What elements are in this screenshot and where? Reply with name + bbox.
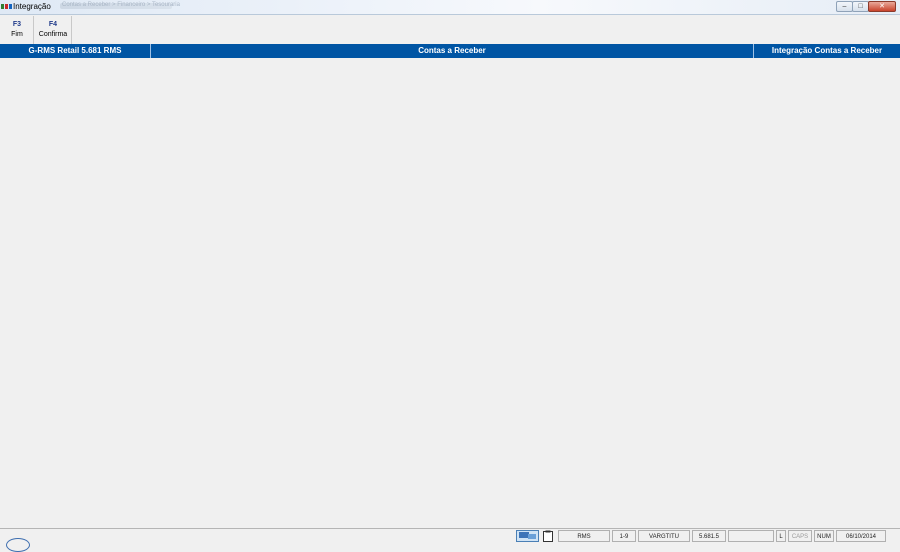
- status-l: L: [776, 530, 786, 542]
- fim-button[interactable]: F3 Fim: [6, 17, 28, 43]
- module-title: Contas a Receber: [418, 46, 486, 55]
- screen-title: Integração Contas a Receber: [771, 46, 883, 55]
- fim-label: Fim: [11, 31, 23, 38]
- status-num: NUM: [814, 530, 834, 542]
- confirma-key: F4: [48, 21, 58, 28]
- status-caps: CAPS: [788, 530, 812, 542]
- minimize-button[interactable]: –: [836, 1, 853, 12]
- status-date: 06/10/2014: [836, 530, 886, 542]
- maximize-button[interactable]: □: [852, 1, 869, 12]
- window-title: Integração: [13, 2, 51, 11]
- window-subtitle: Contas a Receber > Financeiro > Tesourar…: [62, 2, 180, 8]
- window-title-bar: Integração Contas a Receber > Financeiro…: [0, 0, 900, 15]
- clipboard-icon: [543, 530, 553, 542]
- status-empty: [728, 530, 774, 542]
- confirma-label: Confirma: [38, 31, 68, 38]
- module-header: G-RMS Retail 5.681 RMS Contas a Receber …: [0, 44, 900, 58]
- network-icon: [516, 530, 539, 542]
- app-icon: [1, 4, 12, 9]
- main-content-area: [0, 58, 900, 528]
- company-logo-icon: [6, 538, 30, 552]
- window-controls: – □ ✕: [836, 1, 896, 12]
- close-button[interactable]: ✕: [868, 1, 896, 12]
- status-range: 1-9: [612, 530, 636, 542]
- status-system: RMS: [558, 530, 610, 542]
- status-version: 5.681.5: [692, 530, 726, 542]
- status-program: VARGTITU: [638, 530, 690, 542]
- status-bar: RMS 1-9 VARGTITU 5.681.5 L CAPS NUM 06/1…: [0, 528, 900, 552]
- toolbar-separator: [71, 16, 72, 44]
- toolbar: F3 Fim F4 Confirma: [0, 15, 900, 44]
- product-version: G-RMS Retail 5.681 RMS: [28, 46, 122, 55]
- toolbar-separator: [33, 16, 34, 44]
- fim-key: F3: [12, 21, 22, 28]
- confirma-button[interactable]: F4 Confirma: [36, 17, 70, 43]
